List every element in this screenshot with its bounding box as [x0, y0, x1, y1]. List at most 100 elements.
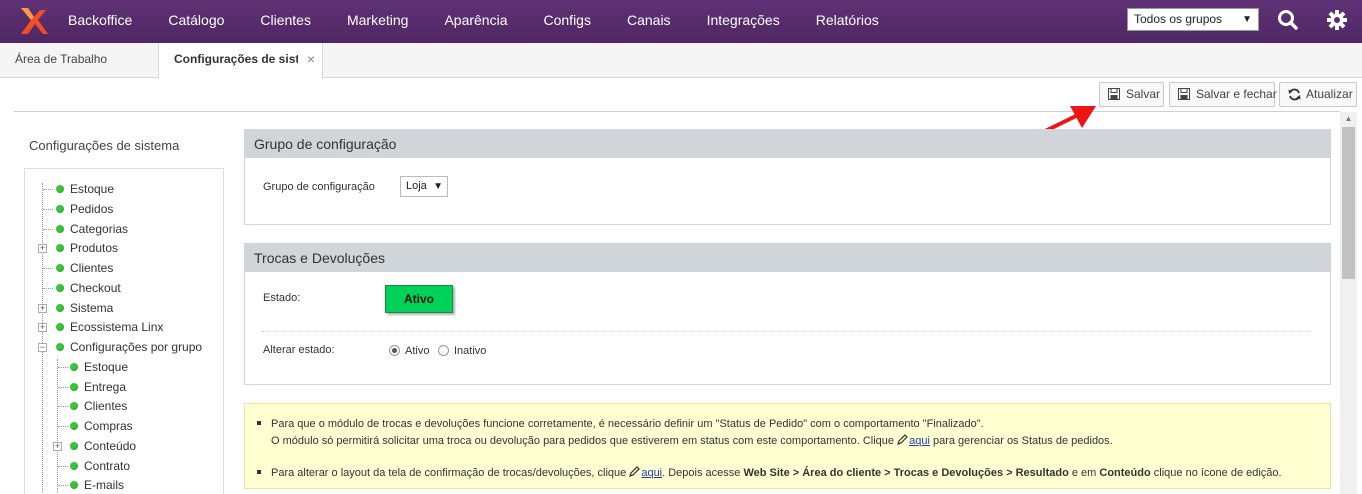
tree-item-label: Sistema: [70, 301, 114, 315]
tree-connector: [43, 189, 53, 190]
returns-panel: Trocas e Devoluções Estado: Ativo Altera…: [244, 243, 1331, 385]
radio-active[interactable]: Ativo: [389, 344, 429, 358]
layout-link[interactable]: aqui: [641, 467, 662, 479]
refresh-label: Atualizar: [1306, 87, 1353, 101]
expand-icon[interactable]: +: [38, 304, 47, 313]
tree-connector: [58, 406, 68, 407]
tree-item-child-emails[interactable]: E-mails: [70, 476, 124, 494]
linx-logo-icon[interactable]: [17, 6, 49, 36]
status-dot-icon: [70, 363, 78, 371]
tab-bar: Área de Trabalho Configurações de sistem…: [0, 43, 1362, 79]
tree-item-label: Checkout: [70, 281, 121, 295]
tree-connector: [58, 387, 68, 388]
close-icon[interactable]: ×: [307, 43, 315, 76]
status-dot-icon: [56, 304, 64, 312]
tree-item-label: Categorias: [70, 222, 129, 236]
tree-item-clientes[interactable]: Clientes: [56, 259, 113, 277]
panel-title: Trocas e Devoluções: [245, 244, 1330, 272]
expand-icon[interactable]: +: [38, 244, 47, 253]
tree-connector: [43, 268, 53, 269]
radio-active-label: Ativo: [405, 345, 430, 357]
tree-item-child-compras[interactable]: Compras: [70, 417, 133, 435]
divider: [262, 331, 1312, 332]
expand-icon[interactable]: +: [38, 323, 47, 332]
tree-item-categorias[interactable]: Categorias: [56, 220, 128, 238]
status-dot-icon: [70, 481, 78, 489]
nav-integracoes[interactable]: Integrações: [707, 0, 780, 43]
tree-item-child-conteudo[interactable]: Conteúdo: [70, 437, 136, 455]
save-icon: [1108, 88, 1120, 100]
tree-item-checkout[interactable]: Checkout: [56, 279, 121, 297]
save-button[interactable]: Salvar: [1099, 82, 1164, 107]
tree-item-label: Produtos: [70, 241, 119, 255]
sidebar-title: Configurações de sistema: [29, 138, 180, 153]
tree-item-configuracoes-por-grupo[interactable]: Configurações por grupo: [56, 338, 202, 356]
nav-configs[interactable]: Configs: [544, 0, 591, 43]
status-dot-icon: [56, 185, 64, 193]
tree-item-label: Estoque: [70, 182, 115, 196]
save-label: Salvar: [1126, 87, 1161, 101]
status-dot-icon: [70, 383, 78, 391]
tab-system-config-label: Configurações de sistema: [174, 52, 298, 66]
chevron-down-icon: ▼: [1242, 14, 1252, 25]
radio-checked-icon: [389, 345, 400, 356]
info-content-label: Conteúdo: [1099, 467, 1151, 479]
config-group-value: Loja: [406, 180, 427, 192]
nav-aparencia[interactable]: Aparência: [444, 0, 507, 43]
refresh-icon: [1288, 88, 1301, 101]
status-dot-icon: [56, 244, 64, 252]
radio-inactive-label: Inativo: [454, 345, 487, 357]
nav-relatorios[interactable]: Relatórios: [816, 0, 879, 43]
nav-catalogo[interactable]: Catálogo: [168, 0, 224, 43]
group-select[interactable]: Todos os grupos ▼: [1127, 8, 1259, 31]
change-state-label: Alterar estado:: [263, 344, 335, 356]
bullet-icon: [257, 421, 261, 425]
tree-item-child-contrato[interactable]: Contrato: [70, 457, 130, 475]
status-dot-icon: [70, 422, 78, 430]
nav-marketing[interactable]: Marketing: [347, 0, 408, 43]
tree-item-label: Contrato: [84, 459, 131, 473]
tree-item-pedidos[interactable]: Pedidos: [56, 200, 113, 218]
status-dot-icon: [56, 323, 64, 331]
tree-connector: [58, 367, 68, 368]
tree-item-estoque[interactable]: Estoque: [56, 180, 114, 198]
save-icon: [1178, 88, 1190, 100]
config-group-label: Grupo de configuração: [263, 181, 375, 193]
info-path: Web Site > Área do cliente > Trocas e De…: [743, 467, 1069, 479]
nav-backoffice[interactable]: Backoffice: [68, 0, 132, 43]
status-dot-icon: [56, 225, 64, 233]
radio-inactive[interactable]: Inativo: [438, 344, 486, 358]
nav-canais[interactable]: Canais: [627, 0, 671, 43]
tree-item-label: Compras: [84, 419, 133, 433]
status-dot-icon: [70, 402, 78, 410]
refresh-button[interactable]: Atualizar: [1279, 82, 1357, 107]
tab-system-config[interactable]: Configurações de sistema ×: [158, 43, 323, 79]
gear-icon[interactable]: [1326, 9, 1348, 31]
scrollbar[interactable]: ▲: [1340, 112, 1357, 494]
config-tree: Estoque Pedidos Categorias + Produtos Cl…: [24, 168, 224, 494]
tree-item-child-clientes[interactable]: Clientes: [70, 397, 127, 415]
save-and-close-button[interactable]: Salvar e fechar: [1169, 82, 1277, 107]
bullet-icon: [257, 470, 261, 474]
collapse-icon[interactable]: −: [38, 343, 47, 352]
chevron-down-icon: ▼: [433, 181, 443, 192]
status-link[interactable]: aqui: [909, 435, 930, 447]
scroll-up-icon[interactable]: ▲: [1340, 112, 1357, 126]
info-line-3: Para alterar o layout da tela de confirm…: [257, 466, 1282, 479]
tree-item-label: Pedidos: [70, 202, 114, 216]
tree-item-child-entrega[interactable]: Entrega: [70, 378, 126, 396]
tree-item-label: Estoque: [84, 360, 129, 374]
tree-item-sistema[interactable]: Sistema: [56, 299, 113, 317]
tab-desktop[interactable]: Área de Trabalho: [0, 43, 158, 78]
tree-item-produtos[interactable]: Produtos: [56, 239, 118, 257]
divider: [14, 111, 1340, 112]
search-icon[interactable]: [1277, 9, 1299, 31]
expand-icon[interactable]: +: [53, 442, 62, 451]
config-group-panel: Grupo de configuração Grupo de configura…: [244, 129, 1331, 225]
scroll-thumb[interactable]: [1342, 127, 1355, 279]
tree-item-ecossistema-linx[interactable]: Ecossistema Linx: [56, 318, 163, 336]
config-group-select[interactable]: Loja ▼: [400, 176, 448, 197]
nav-clientes[interactable]: Clientes: [260, 0, 311, 43]
tree-item-child-estoque[interactable]: Estoque: [70, 358, 128, 376]
tree-connector: [58, 426, 68, 427]
